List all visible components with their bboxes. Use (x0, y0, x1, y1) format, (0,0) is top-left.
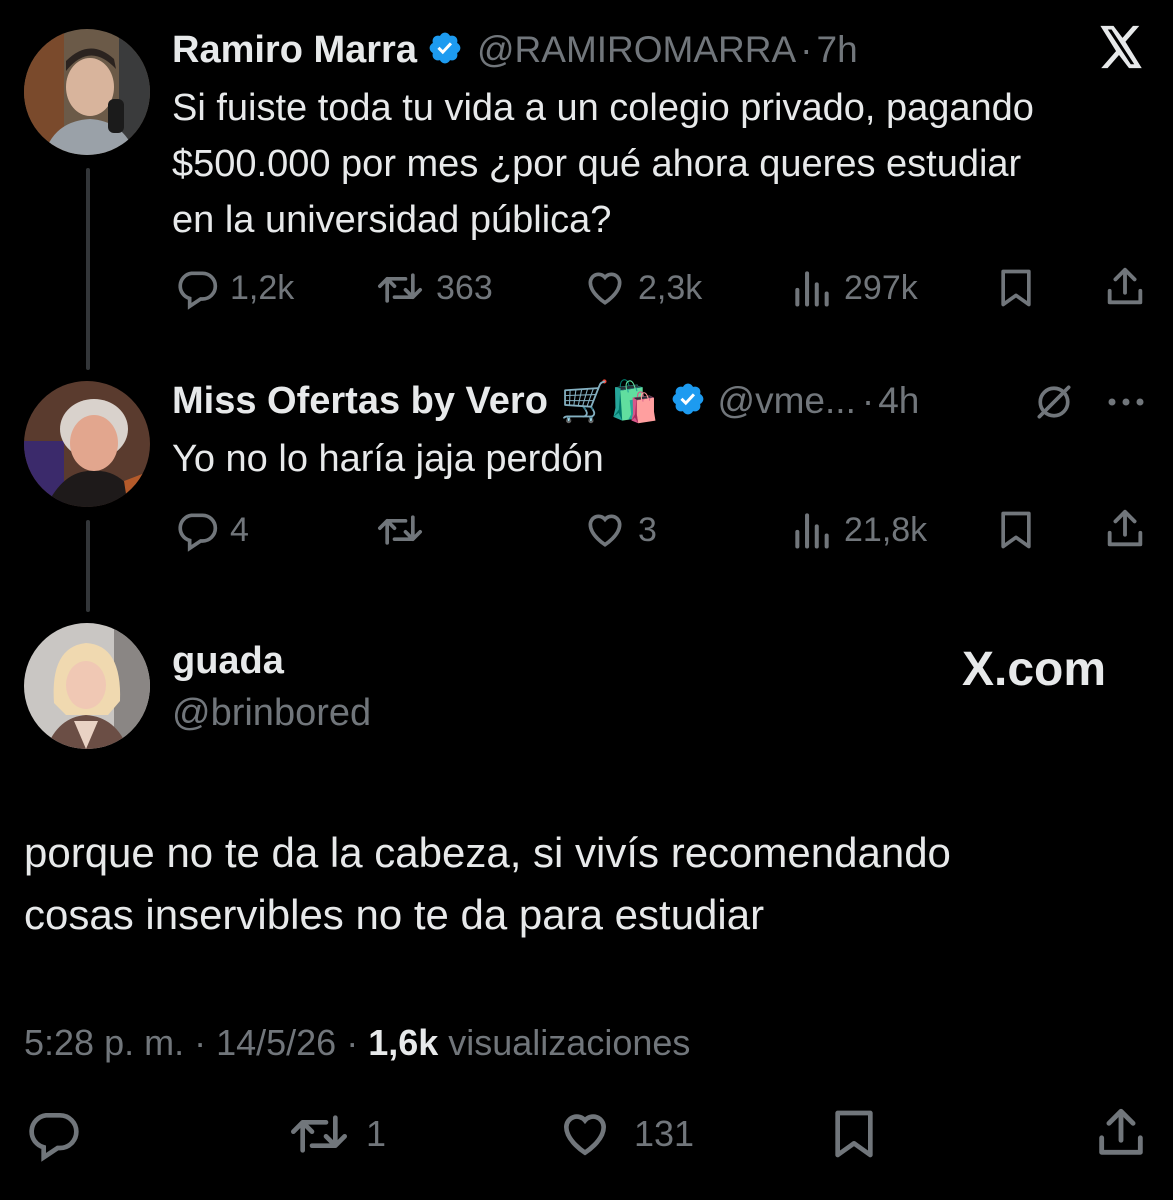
reply-button[interactable]: 4 (174, 508, 249, 552)
reply-icon (174, 266, 220, 310)
share-icon[interactable] (1102, 264, 1148, 315)
tweet3-text: porque no te da la cabeza, si vivís reco… (24, 822, 1154, 946)
separator-dot: · (800, 29, 813, 70)
like-count: 2,3k (638, 268, 703, 307)
like-button[interactable]: 3 (582, 508, 657, 552)
views-count: 1,6k (368, 1022, 439, 1063)
reply-count: 4 (230, 510, 249, 549)
like-icon (582, 266, 628, 310)
watermark: X.com (962, 643, 1107, 696)
like-button[interactable]: 131 (556, 1106, 694, 1162)
post-time[interactable]: 4h (878, 380, 919, 422)
like-icon (556, 1106, 614, 1162)
avatar-ramiro[interactable] (24, 29, 150, 155)
text-line: Si fuiste toda tu vida a un colegio priv… (172, 87, 1034, 129)
share-icon[interactable] (1092, 1104, 1150, 1167)
views-button[interactable]: 297k (790, 266, 918, 310)
avatar-guada[interactable] (24, 623, 150, 749)
reply-button[interactable]: 1,2k (174, 266, 294, 310)
views-count: 297k (844, 268, 918, 307)
tweet2-text: Yo no lo haría jaja perdón (172, 438, 604, 480)
tweet1-text: Si fuiste toda tu vida a un colegio priv… (172, 80, 1162, 248)
like-count: 131 (634, 1113, 695, 1154)
like-count: 3 (638, 510, 657, 549)
repost-icon (374, 508, 426, 552)
views-icon (790, 508, 834, 552)
verified-badge-icon (670, 381, 706, 422)
repost-button[interactable]: 1 (286, 1106, 386, 1162)
share-icon[interactable] (1102, 506, 1148, 557)
like-button[interactable]: 2,3k (582, 266, 702, 310)
tweet1-header: Ramiro Marra @RAMIROMARRA · 7h (172, 27, 858, 73)
x-logo-icon[interactable] (1098, 25, 1144, 74)
thread-line (86, 520, 90, 612)
author-handle[interactable]: @vme... (718, 380, 856, 422)
tweet2-header: Miss Ofertas by Vero 🛒🛍️ @vme... · 4h (172, 376, 919, 426)
post-time[interactable]: 7h (817, 29, 858, 71)
bookmark-icon[interactable] (826, 1106, 882, 1167)
like-icon (582, 508, 628, 552)
avatar-miss-ofertas[interactable] (24, 381, 150, 507)
bookmark-icon[interactable] (994, 508, 1038, 557)
bookmark-icon[interactable] (994, 266, 1038, 315)
views-icon (790, 266, 834, 310)
repost-icon (286, 1106, 352, 1162)
reply-icon[interactable] (24, 1106, 82, 1167)
post-meta: 5:28 p. m. · 14/5/26 · 1,6k visualizacio… (24, 1020, 690, 1066)
author-name[interactable]: Miss Ofertas by Vero (172, 380, 548, 423)
text-line: en la universidad pública? (172, 199, 612, 241)
verified-badge-icon (427, 30, 463, 71)
views-count: 21,8k (844, 510, 928, 549)
thread-line (86, 168, 90, 370)
text-line: cosas inservibles no te da para estudiar (24, 891, 765, 938)
post-timestamp[interactable]: 5:28 p. m. · 14/5/26 · (24, 1022, 358, 1064)
views-button[interactable]: 21,8k (790, 508, 927, 552)
repost-button[interactable] (374, 508, 436, 552)
author-emojis: 🛒🛍️ (559, 379, 660, 424)
repost-count: 1 (366, 1113, 387, 1154)
repost-icon (374, 266, 426, 310)
reply-icon (174, 508, 220, 552)
text-line: porque no te da la cabeza, si vivís reco… (24, 829, 951, 876)
text-line: $500.000 por mes ¿por qué ahora queres e… (172, 143, 1022, 185)
author-handle[interactable]: @brinbored (172, 692, 371, 735)
author-name[interactable]: Ramiro Marra (172, 29, 417, 72)
author-handle[interactable]: @RAMIROMARRA (477, 29, 796, 71)
reply-count: 1,2k (230, 268, 295, 307)
repost-count: 363 (436, 268, 493, 307)
author-name[interactable]: guada (172, 640, 284, 683)
views-label: visualizaciones (448, 1022, 691, 1063)
separator-dot: · (861, 380, 875, 421)
more-icon[interactable] (1106, 392, 1146, 417)
repost-button[interactable]: 363 (374, 266, 493, 310)
grok-icon[interactable] (1032, 380, 1076, 429)
